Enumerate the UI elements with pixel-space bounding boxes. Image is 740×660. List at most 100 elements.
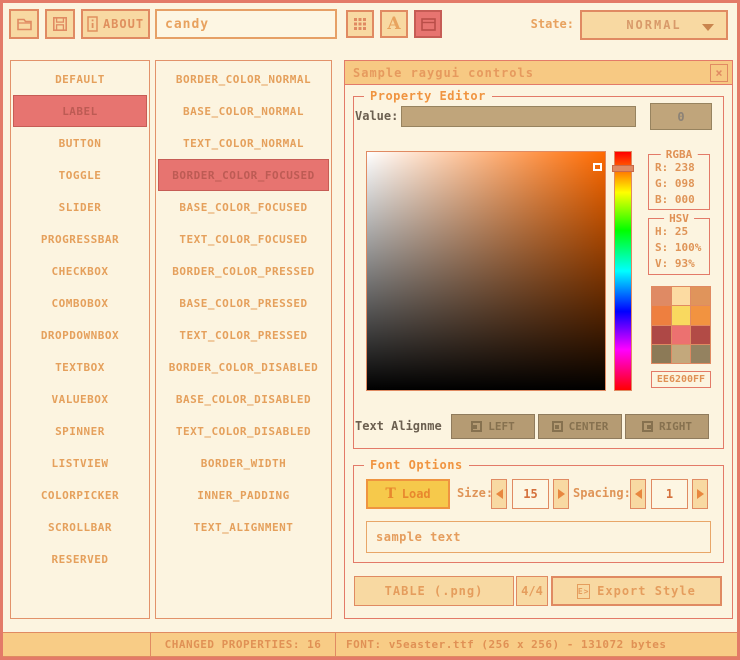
controls-list-item[interactable]: COLORPICKER [13, 479, 147, 511]
controls-list-item[interactable]: DEFAULT [13, 63, 147, 95]
align-center-button[interactable]: CENTER [538, 414, 622, 439]
controls-list-item[interactable]: SPINNER [13, 415, 147, 447]
properties-list-item[interactable]: BASE_COLOR_PRESSED [158, 287, 329, 319]
close-button[interactable]: × [710, 64, 728, 82]
about-button[interactable]: ABOUT [81, 9, 150, 39]
sample-text-input[interactable]: sample text [366, 521, 711, 553]
letter-a-icon: A [387, 14, 400, 34]
properties-list-item[interactable]: TEXT_COLOR_FOCUSED [158, 223, 329, 255]
spacing-decrement-button[interactable] [630, 479, 646, 509]
properties-list-item[interactable]: BASE_COLOR_DISABLED [158, 383, 329, 415]
export-table-button[interactable]: TABLE (.png) [354, 576, 514, 606]
open-file-button[interactable] [9, 9, 39, 39]
color-swatch[interactable] [672, 306, 691, 324]
controls-list-item[interactable]: COMBOBOX [13, 287, 147, 319]
font-view-button[interactable]: A [380, 10, 408, 38]
properties-list-item[interactable]: TEXT_COLOR_DISABLED [158, 415, 329, 447]
arrow-right-icon [558, 489, 565, 499]
properties-list-item[interactable]: BORDER_COLOR_DISABLED [158, 351, 329, 383]
controls-list-item[interactable]: CHECKBOX [13, 255, 147, 287]
window-title: Sample raygui controls [353, 66, 534, 80]
controls-list-item[interactable]: RESERVED [13, 543, 147, 575]
properties-list-item[interactable]: TEXT_COLOR_NORMAL [158, 127, 329, 159]
status-font-info: FONT: v5easter.ttf (256 x 256) - 131072 … [336, 633, 737, 656]
floppy-disk-icon [52, 16, 68, 32]
align-left-button[interactable]: LEFT [451, 414, 535, 439]
about-button-label: ABOUT [103, 17, 144, 31]
folder-icon [16, 16, 33, 32]
spacing-increment-button[interactable] [692, 479, 708, 509]
controls-list-item[interactable]: SLIDER [13, 191, 147, 223]
align-center-icon [552, 421, 563, 432]
sample-controls-window: Sample raygui controls × Property Editor… [344, 60, 733, 619]
info-icon [87, 16, 98, 32]
size-increment-button[interactable] [553, 479, 569, 509]
font-info-text: FONT: v5easter.ttf (256 x 256) - 131072 … [346, 638, 667, 651]
controls-list-item[interactable]: TOGGLE [13, 159, 147, 191]
value-label: Value: [355, 109, 398, 123]
value-slider[interactable] [401, 106, 636, 127]
color-swatch[interactable] [672, 326, 691, 344]
color-swatch[interactable] [691, 326, 710, 344]
properties-list-item[interactable]: BORDER_WIDTH [158, 447, 329, 479]
state-dropdown-value: NORMAL [626, 18, 681, 32]
controls-list-item[interactable]: TEXTBOX [13, 351, 147, 383]
color-swatch[interactable] [691, 345, 710, 363]
color-picker-panel[interactable] [366, 151, 606, 391]
controls-list-item[interactable]: VALUEBOX [13, 383, 147, 415]
export-style-button[interactable]: E> Export Style [551, 576, 722, 606]
style-name-input[interactable] [155, 9, 337, 39]
size-decrement-button[interactable] [491, 479, 507, 509]
color-swatch[interactable] [652, 326, 671, 344]
color-swatch[interactable] [652, 345, 671, 363]
color-swatch[interactable] [691, 287, 710, 305]
properties-list-item[interactable]: BORDER_COLOR_PRESSED [158, 255, 329, 287]
properties-list-item[interactable]: BORDER_COLOR_FOCUSED [158, 159, 329, 191]
properties-list-item[interactable]: TEXT_ALIGNMENT [158, 511, 329, 543]
align-right-icon [642, 421, 653, 432]
size-label: Size: [457, 486, 493, 500]
arrow-left-icon [635, 489, 642, 499]
properties-list-item[interactable]: TEXT_COLOR_PRESSED [158, 319, 329, 351]
style-color-swatches [651, 286, 711, 364]
value-spinner[interactable]: 0 [650, 103, 712, 130]
hsv-value-value: V: 93% [649, 256, 709, 272]
sample-text-value: sample text [376, 530, 461, 544]
arrow-right-icon [697, 489, 704, 499]
color-swatch[interactable] [672, 345, 691, 363]
window-titlebar[interactable]: Sample raygui controls [345, 61, 732, 85]
save-file-button[interactable] [45, 9, 75, 39]
controls-list-item[interactable]: DROPDOWNBOX [13, 319, 147, 351]
properties-list-item[interactable]: BORDER_COLOR_NORMAL [158, 63, 329, 95]
color-swatch[interactable] [691, 306, 710, 324]
size-value-box[interactable]: 15 [512, 479, 549, 509]
load-font-button[interactable]: T Load [366, 479, 450, 509]
size-value: 15 [523, 487, 537, 501]
controls-list-item[interactable]: BUTTON [13, 127, 147, 159]
controls-list-item[interactable]: PROGRESSBAR [13, 223, 147, 255]
state-dropdown[interactable]: NORMAL [580, 10, 728, 40]
properties-list-item[interactable]: BASE_COLOR_FOCUSED [158, 191, 329, 223]
spacing-value-box[interactable]: 1 [651, 479, 688, 509]
window-icon [421, 18, 436, 31]
rgba-group-label: RGBA [661, 148, 698, 161]
color-swatch[interactable] [652, 306, 671, 324]
controls-list-item[interactable]: SCROLLBAR [13, 511, 147, 543]
hue-slider-handle[interactable] [612, 165, 634, 172]
hue-slider[interactable] [614, 151, 632, 391]
controls-list-item[interactable]: LISTVIEW [13, 447, 147, 479]
window-view-button[interactable] [414, 10, 442, 38]
properties-list-item[interactable]: INNER_PADDING [158, 479, 329, 511]
controls-list-item[interactable]: LABEL [13, 95, 147, 127]
color-swatch[interactable] [652, 287, 671, 305]
style-table-view-button[interactable] [346, 10, 374, 38]
hex-value-box[interactable]: EE6200FF [651, 371, 711, 388]
rgba-red-value: R: 238 [649, 160, 709, 176]
color-swatch[interactable] [672, 287, 691, 305]
changed-properties-text: CHANGED PROPERTIES: 16 [165, 638, 322, 651]
properties-list-item[interactable]: BASE_COLOR_NORMAL [158, 95, 329, 127]
rgba-group: RGBA R: 238 G: 098 B: 000 [648, 154, 710, 210]
export-table-label: TABLE (.png) [385, 584, 484, 598]
align-right-button[interactable]: RIGHT [625, 414, 709, 439]
color-picker-cursor[interactable] [593, 163, 602, 171]
